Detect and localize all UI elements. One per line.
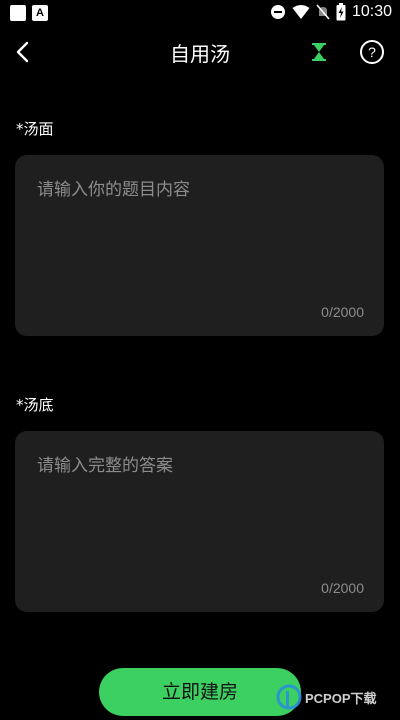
status-bar: A 10:30: [0, 0, 400, 28]
status-time: 10:30: [351, 3, 392, 20]
watermark: PCPOP下载: [276, 684, 377, 710]
answer-input[interactable]: [37, 451, 362, 561]
answer-counter: 0/2000: [321, 580, 364, 596]
hourglass-button[interactable]: [308, 40, 330, 64]
question-field[interactable]: 0/2000: [15, 155, 384, 336]
answer-label: *汤底: [16, 396, 54, 414]
question-input[interactable]: [37, 175, 362, 285]
battery-charging-icon: [336, 3, 346, 21]
app-screen: A 10:30 自用汤 ? *汤面 请输入你的题目内容 0/2000 *汤底 请…: [0, 0, 400, 720]
watermark-text: PCPOP下载: [305, 690, 377, 706]
create-room-button[interactable]: 立即建房: [99, 668, 301, 716]
status-bar-left: A: [10, 5, 48, 21]
mute-icon: [316, 4, 330, 20]
a-notification-icon: A: [32, 5, 48, 21]
status-bar-right: 10:30: [270, 3, 392, 21]
question-label: *汤面: [16, 120, 54, 138]
wifi-icon: [292, 5, 310, 19]
help-button[interactable]: ?: [360, 40, 384, 64]
header: 自用汤 ?: [0, 28, 400, 76]
do-not-disturb-icon: [270, 5, 285, 19]
pcpop-logo-icon: [276, 684, 302, 710]
hourglass-icon: [312, 43, 326, 61]
square-icon: [10, 5, 26, 21]
page-title: 自用汤: [170, 42, 230, 66]
question-counter: 0/2000: [321, 304, 364, 320]
answer-field[interactable]: 0/2000: [15, 431, 384, 612]
